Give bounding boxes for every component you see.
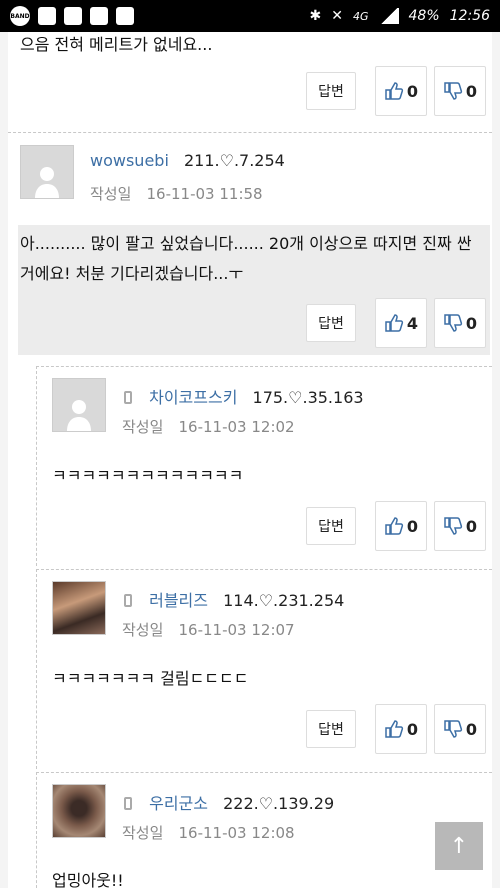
battery-level: 48% bbox=[408, 8, 440, 24]
mobile-icon bbox=[124, 797, 132, 810]
default-user-icon bbox=[67, 400, 91, 431]
mobile-icon bbox=[124, 391, 132, 404]
like-button[interactable]: 0 bbox=[375, 704, 427, 754]
like-button[interactable]: 0 bbox=[375, 501, 427, 551]
date-label: 작성일 bbox=[122, 418, 164, 436]
date-label: 작성일 bbox=[90, 185, 132, 203]
dislike-button[interactable]: 0 bbox=[434, 501, 486, 551]
like-count: 0 bbox=[406, 81, 419, 101]
arrow-up-icon: ↑ bbox=[449, 833, 469, 859]
dislike-count: 0 bbox=[465, 313, 478, 333]
avatar[interactable] bbox=[20, 145, 74, 199]
comment-date-row: 작성일 16-11-03 12:08 bbox=[122, 822, 295, 843]
comment-date-row: 작성일 16-11-03 11:58 bbox=[90, 183, 263, 204]
like-button[interactable]: 4 bbox=[375, 298, 427, 348]
mail-icon bbox=[38, 7, 56, 25]
mobile-icon bbox=[124, 594, 132, 607]
author-ip: 211.♡.7.254 bbox=[183, 151, 285, 170]
comment-date-row: 작성일 16-11-03 12:07 bbox=[122, 619, 295, 640]
thumbs-up-icon bbox=[385, 82, 404, 100]
comment-divider bbox=[8, 132, 492, 133]
clock: 12:56 bbox=[449, 8, 490, 24]
system-status: ✱ ✕ 4G 48% 12:56 bbox=[310, 8, 490, 24]
like-count: 0 bbox=[406, 516, 419, 536]
reply-button[interactable]: 답변 bbox=[306, 710, 356, 748]
comment-text: 으음 전혀 메리트가 없네요... bbox=[20, 35, 213, 54]
author-name[interactable]: 러블리즈 bbox=[149, 591, 208, 610]
comment-divider bbox=[36, 772, 492, 773]
dislike-button[interactable]: 0 bbox=[434, 704, 486, 754]
comment-meta: 차이코프스키 175.♡.35.163 bbox=[124, 384, 364, 408]
news-icon bbox=[90, 7, 108, 25]
signal-icon bbox=[378, 8, 399, 24]
dislike-button[interactable]: 0 bbox=[434, 66, 486, 116]
dislike-count: 0 bbox=[465, 81, 478, 101]
comment-text: 아.......... 많이 팔고 싶었습니다...... 20개 이상으로 따… bbox=[20, 234, 472, 283]
comment-meta: 우리군소 222.♡.139.29 bbox=[124, 790, 334, 814]
thumbs-up-icon bbox=[385, 314, 404, 332]
thumbs-up-icon bbox=[385, 517, 404, 535]
comment-text: ㅋㅋㅋㅋㅋㅋㅋㅋㅋㅋㅋㅋㅋ bbox=[52, 466, 244, 485]
like-button[interactable]: 0 bbox=[375, 66, 427, 116]
bluetooth-icon: ✱ bbox=[309, 8, 322, 24]
image-icon bbox=[64, 7, 82, 25]
like-count: 4 bbox=[406, 313, 419, 333]
author-name[interactable]: wowsuebi bbox=[90, 151, 169, 170]
dislike-count: 0 bbox=[465, 516, 478, 536]
date-label: 작성일 bbox=[122, 824, 164, 842]
author-ip: 114.♡.231.254 bbox=[223, 591, 345, 610]
mute-icon: ✕ bbox=[331, 8, 343, 24]
author-ip: 222.♡.139.29 bbox=[223, 794, 335, 813]
reply-button[interactable]: 답변 bbox=[306, 507, 356, 545]
comment-date: 16-11-03 12:08 bbox=[178, 824, 295, 842]
thumbs-down-icon bbox=[444, 314, 463, 332]
reply-button[interactable]: 답변 bbox=[306, 72, 356, 110]
dislike-button[interactable]: 0 bbox=[434, 298, 486, 348]
status-bar: BAND ✱ ✕ 4G 48% 12:56 bbox=[0, 0, 500, 32]
thumbs-up-icon bbox=[385, 720, 404, 738]
author-name[interactable]: 우리군소 bbox=[149, 794, 208, 813]
network-type: 4G bbox=[352, 9, 369, 23]
comment-date-row: 작성일 16-11-03 12:02 bbox=[122, 416, 295, 437]
thumbs-down-icon bbox=[444, 517, 463, 535]
like-count: 0 bbox=[406, 719, 419, 739]
comment-date: 16-11-03 12:07 bbox=[178, 621, 295, 639]
comment-meta: wowsuebi 211.♡.7.254 bbox=[90, 151, 285, 170]
author-name[interactable]: 차이코프스키 bbox=[149, 388, 237, 407]
band-app-icon: BAND bbox=[10, 6, 30, 26]
notification-icons: BAND bbox=[10, 6, 134, 26]
avatar[interactable] bbox=[52, 378, 106, 432]
avatar[interactable] bbox=[52, 581, 106, 635]
avatar[interactable] bbox=[52, 784, 106, 838]
comment-page[interactable]: 으음 전혀 메리트가 없네요... 답변 0 0 wowsuebi 211.♡.… bbox=[0, 32, 500, 888]
comment-divider bbox=[36, 569, 492, 570]
date-label: 작성일 bbox=[122, 621, 164, 639]
comment-divider bbox=[36, 366, 492, 367]
clipboard-icon bbox=[116, 7, 134, 25]
dislike-count: 0 bbox=[465, 719, 478, 739]
thumbs-down-icon bbox=[444, 720, 463, 738]
reply-button[interactable]: 답변 bbox=[306, 304, 356, 342]
comment-list: 으음 전혀 메리트가 없네요... 답변 0 0 wowsuebi 211.♡.… bbox=[8, 32, 492, 888]
comment-text: ㅋㅋㅋㅋㅋㅋㅋ 걸림ㄷㄷㄷㄷ bbox=[52, 669, 249, 688]
scroll-to-top-button[interactable]: ↑ bbox=[435, 822, 483, 870]
comment-date: 16-11-03 12:02 bbox=[178, 418, 295, 436]
default-user-icon bbox=[35, 167, 59, 198]
comment-text: 업밍아웃!! bbox=[52, 871, 124, 888]
comment-meta: 러블리즈 114.♡.231.254 bbox=[124, 587, 344, 611]
comment-date: 16-11-03 11:58 bbox=[146, 185, 263, 203]
author-ip: 175.♡.35.163 bbox=[252, 388, 364, 407]
thumbs-down-icon bbox=[444, 82, 463, 100]
